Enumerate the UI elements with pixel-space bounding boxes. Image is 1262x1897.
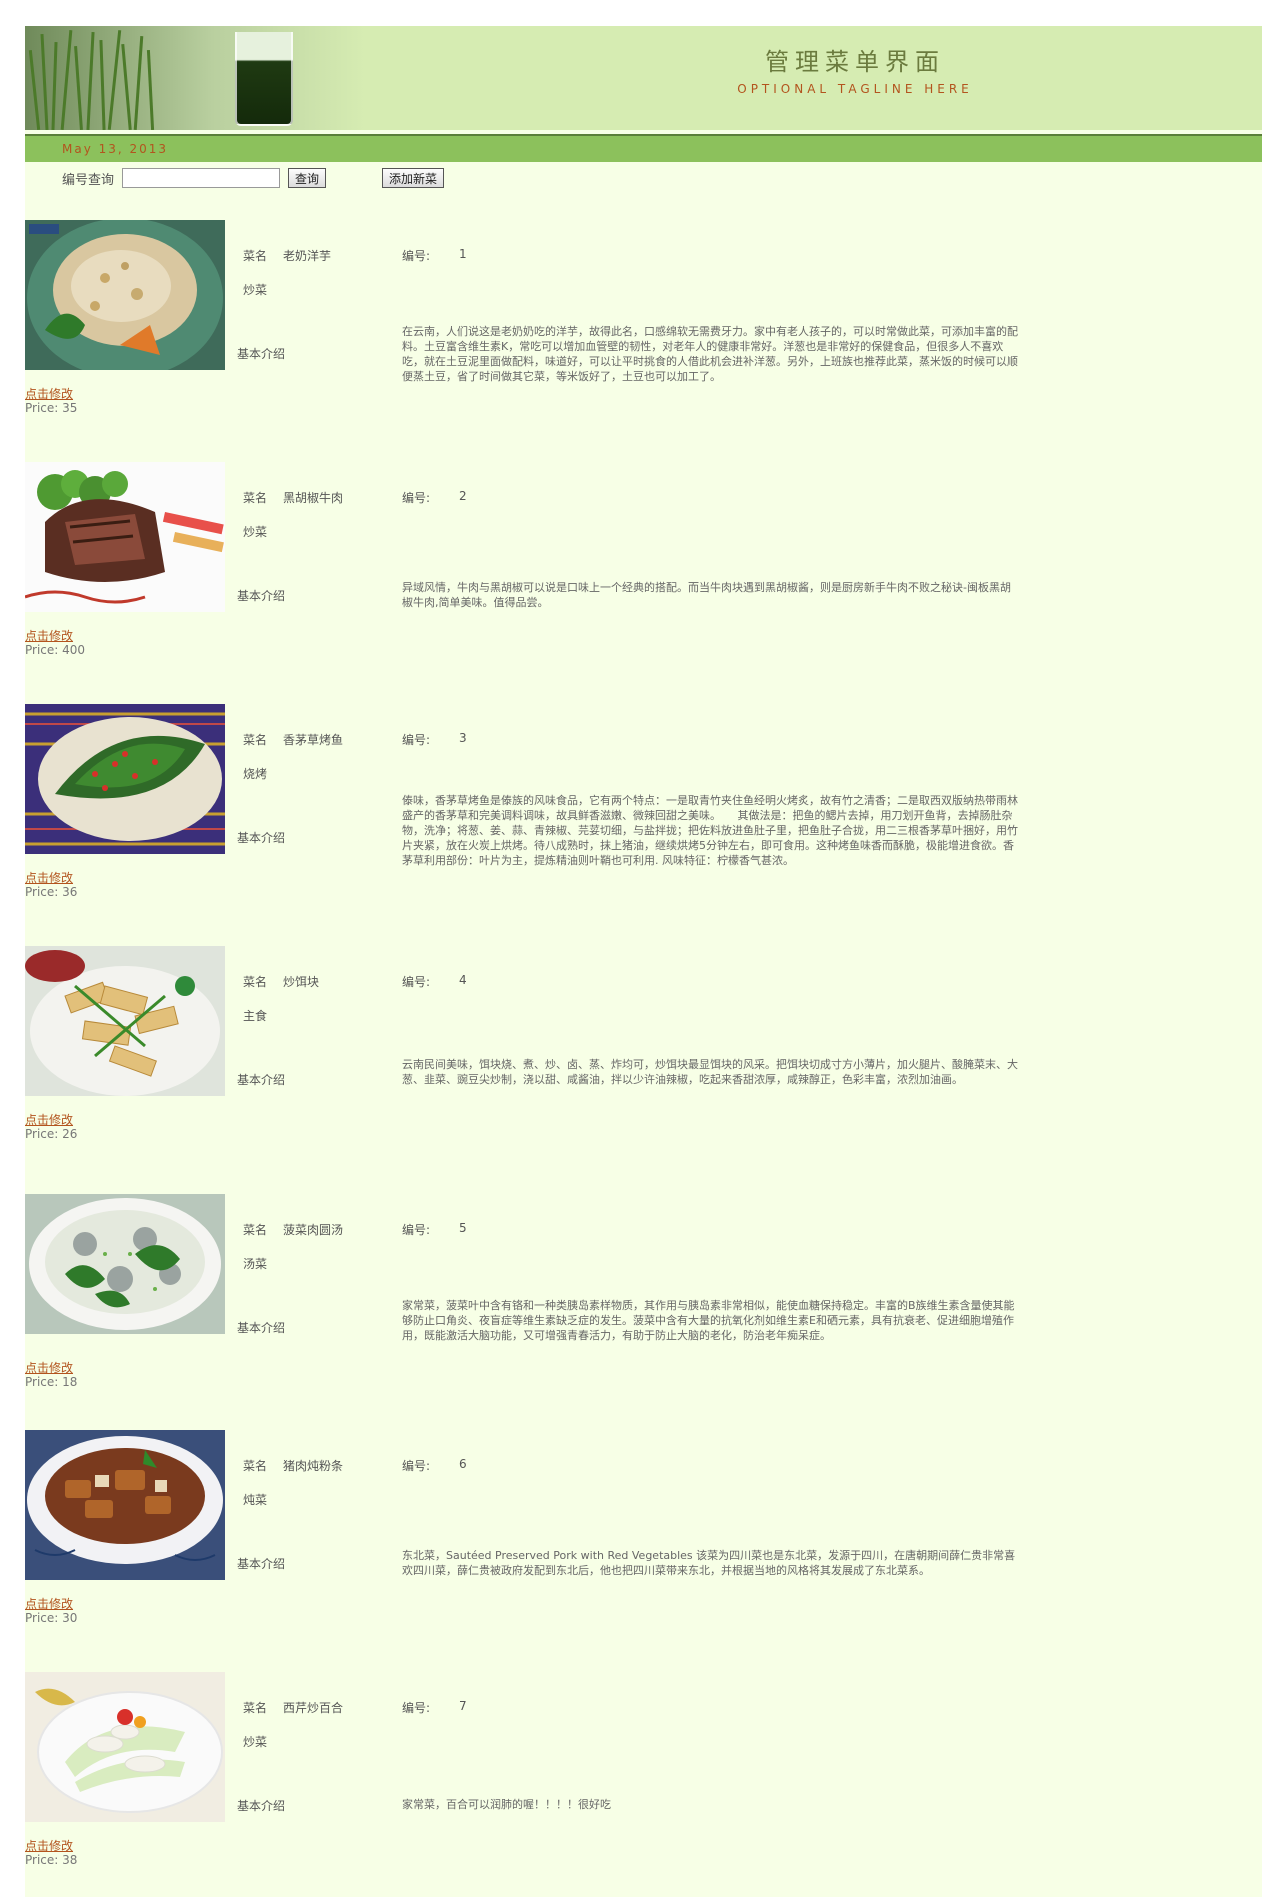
price-text: Price: 38: [25, 1853, 78, 1867]
dish-description: 家常菜，百合可以润肺的喔！！！！很好吃: [402, 1798, 611, 1811]
price-text: Price: 18: [25, 1375, 78, 1389]
id-search-input[interactable]: [122, 168, 281, 188]
dish-name: 老奶洋芋: [283, 249, 332, 263]
edit-link[interactable]: 点击修改: [25, 1111, 73, 1128]
id-label: 编号:: [402, 733, 431, 747]
dish-item: 点击修改 Price: 400 菜名 黑胡椒牛肉 编号: 2 炒菜 基本介绍 异…: [25, 462, 1262, 662]
id-label: 编号:: [402, 1223, 431, 1237]
dish-name: 猪肉炖粉条: [283, 1459, 344, 1473]
dish-id: 3: [459, 731, 467, 745]
dish-category: 炒菜: [243, 525, 268, 539]
edit-link[interactable]: 点击修改: [25, 869, 73, 886]
name-label: 菜名: [243, 491, 268, 505]
dish-name: 西芹炒百合: [283, 1701, 344, 1715]
dish-item: 点击修改 Price: 36 菜名 香茅草烤鱼 编号: 3 烧烤 基本介绍 傣味…: [25, 704, 1262, 904]
tagline: OPTIONAL TAGLINE HERE: [737, 82, 973, 96]
dish-id: 2: [459, 489, 467, 503]
dish-description: 东北菜，Sautéed Preserved Pork with Red Vege…: [402, 1549, 1016, 1577]
header: 管理菜单界面 OPTIONAL TAGLINE HERE: [25, 26, 1262, 130]
id-label: 编号:: [402, 1701, 431, 1715]
intro-label: 基本介绍: [237, 1321, 286, 1335]
edit-link[interactable]: 点击修改: [25, 627, 73, 644]
header-banner-image: [25, 26, 365, 130]
edit-link[interactable]: 点击修改: [25, 1359, 73, 1376]
name-label: 菜名: [243, 1701, 268, 1715]
id-label: 编号:: [402, 249, 431, 263]
intro-label: 基本介绍: [237, 1799, 286, 1813]
name-label: 菜名: [243, 975, 268, 989]
price-text: Price: 26: [25, 1127, 78, 1141]
dish-id: 1: [459, 247, 467, 261]
name-label: 菜名: [243, 249, 268, 263]
dish-id: 7: [459, 1699, 467, 1713]
dish-category: 主食: [243, 1009, 268, 1023]
dish-item: 点击修改 Price: 30 菜名 猪肉炖粉条 编号: 6 炖菜 基本介绍 东北…: [25, 1430, 1262, 1630]
page: 管理菜单界面 OPTIONAL TAGLINE HERE May 13, 201…: [25, 26, 1262, 1897]
dish-item: 点击修改 Price: 18 菜名 菠菜肉圆汤 编号: 5 汤菜 基本介绍 家常…: [25, 1194, 1262, 1394]
dish-category: 炒菜: [243, 1735, 268, 1749]
price-text: Price: 30: [25, 1611, 78, 1625]
name-label: 菜名: [243, 1459, 268, 1473]
search-label: 编号查询: [62, 172, 115, 188]
dish-description: 异域风情，牛肉与黑胡椒可以说是口味上一个经典的搭配。而当牛肉块遇到黑胡椒酱，则是…: [402, 581, 1011, 609]
dish-name: 炒饵块: [283, 975, 320, 989]
price-text: Price: 35: [25, 401, 78, 415]
dish-photo: [25, 220, 225, 370]
dish-item: 点击修改 Price: 38 菜名 西芹炒百合 编号: 7 炒菜 基本介绍 家常…: [25, 1672, 1262, 1872]
intro-label: 基本介绍: [237, 347, 286, 361]
dish-photo: [25, 462, 225, 612]
dish-id: 6: [459, 1457, 467, 1471]
dish-category: 烧烤: [243, 767, 268, 781]
dish-id: 4: [459, 973, 467, 987]
dish-name: 黑胡椒牛肉: [283, 491, 344, 505]
intro-label: 基本介绍: [237, 1557, 286, 1571]
name-label: 菜名: [243, 733, 268, 747]
dish-category: 汤菜: [243, 1257, 268, 1271]
dish-category: 炒菜: [243, 283, 268, 297]
price-text: Price: 400: [25, 643, 86, 657]
id-label: 编号:: [402, 491, 431, 505]
dish-photo: [25, 704, 225, 854]
dish-photo: [25, 1672, 225, 1822]
price-text: Price: 36: [25, 885, 78, 899]
add-dish-button[interactable]: 添加新菜: [382, 168, 445, 188]
dish-name: 香茅草烤鱼: [283, 733, 344, 747]
dish-item: 点击修改 Price: 35 菜名 老奶洋芋 编号: 1 炒菜 基本介绍 在云南…: [25, 220, 1262, 420]
edit-link[interactable]: 点击修改: [25, 385, 73, 402]
id-label: 编号:: [402, 1459, 431, 1473]
dish-photo: [25, 1194, 225, 1334]
intro-label: 基本介绍: [237, 1073, 286, 1087]
page-title: 管理菜单界面: [765, 48, 945, 76]
dish-photo: [25, 1430, 225, 1580]
intro-label: 基本介绍: [237, 589, 286, 603]
dish-description: 在云南，人们说这是老奶奶吃的洋芋，故得此名，口感绵软无需费牙力。家中有老人孩子的…: [402, 325, 1018, 383]
dish-item: 点击修改 Price: 26 菜名 炒饵块 编号: 4 主食 基本介绍 云南民间…: [25, 946, 1262, 1146]
date-text: May 13, 2013: [62, 142, 169, 156]
dish-id: 5: [459, 1221, 467, 1235]
search-bar: 编号查询 查询 添加新菜: [62, 166, 445, 190]
name-label: 菜名: [243, 1223, 268, 1237]
query-button[interactable]: 查询: [288, 168, 327, 188]
glass-decoration: [235, 32, 293, 126]
dish-description: 傣味，香茅草烤鱼是傣族的风味食品，它有两个特点：一是取青竹夹住鱼经明火烤炙，故有…: [402, 794, 1018, 867]
dish-description: 云南民间美味，饵块烧、煮、炒、卤、蒸、炸均可，炒饵块最显饵块的风采。把饵块切成寸…: [402, 1058, 1018, 1086]
dish-category: 炖菜: [243, 1493, 268, 1507]
id-label: 编号:: [402, 975, 431, 989]
date-bar: May 13, 2013: [25, 134, 1262, 162]
dish-name: 菠菜肉圆汤: [283, 1223, 344, 1237]
dish-description: 家常菜，菠菜叶中含有铬和一种类胰岛素样物质，其作用与胰岛素非常相似，能使血糖保持…: [402, 1299, 1015, 1342]
dish-photo: [25, 946, 225, 1096]
edit-link[interactable]: 点击修改: [25, 1595, 73, 1612]
intro-label: 基本介绍: [237, 831, 286, 845]
edit-link[interactable]: 点击修改: [25, 1837, 73, 1854]
